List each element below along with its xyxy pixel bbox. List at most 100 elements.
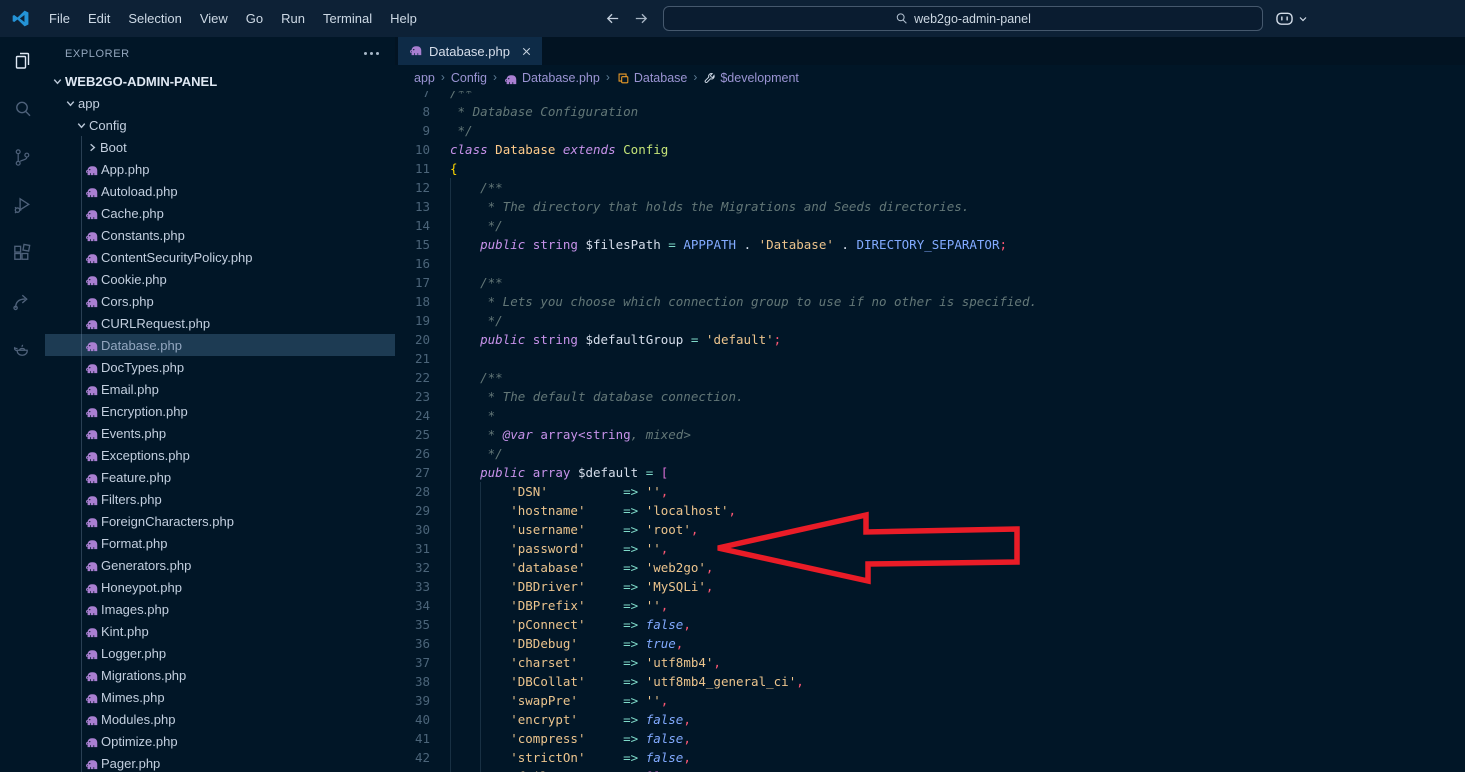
code-line-40[interactable]: 40 'encrypt' => false, bbox=[395, 710, 1465, 729]
tree-item-database-php[interactable]: Database.php bbox=[45, 334, 395, 356]
code-line-23[interactable]: 23 * The default database connection. bbox=[395, 387, 1465, 406]
code-line-21[interactable]: 21 bbox=[395, 349, 1465, 368]
code-line-14[interactable]: 14 */ bbox=[395, 216, 1465, 235]
code-line-22[interactable]: 22 /** bbox=[395, 368, 1465, 387]
code-line-12[interactable]: 12 /** bbox=[395, 178, 1465, 197]
code-line-30[interactable]: 30 'username' => 'root', bbox=[395, 520, 1465, 539]
menu-edit[interactable]: Edit bbox=[79, 7, 119, 31]
code-line-13[interactable]: 13 * The directory that holds the Migrat… bbox=[395, 197, 1465, 216]
tree-item-cache-php[interactable]: Cache.php bbox=[45, 202, 395, 224]
tree-item-filters-php[interactable]: Filters.php bbox=[45, 488, 395, 510]
more-actions-icon[interactable] bbox=[364, 52, 379, 55]
code-line-41[interactable]: 41 'compress' => false, bbox=[395, 729, 1465, 748]
tree-item-modules-php[interactable]: Modules.php bbox=[45, 708, 395, 730]
tree-item-foreigncharacters-php[interactable]: ForeignCharacters.php bbox=[45, 510, 395, 532]
tree-item-migrations-php[interactable]: Migrations.php bbox=[45, 664, 395, 686]
menu-selection[interactable]: Selection bbox=[119, 7, 190, 31]
tree-item-kint-php[interactable]: Kint.php bbox=[45, 620, 395, 642]
code-line-34[interactable]: 34 'DBPrefix' => '', bbox=[395, 596, 1465, 615]
code-line-7[interactable]: 7/** bbox=[395, 91, 1465, 102]
tree-item-doctypes-php[interactable]: DocTypes.php bbox=[45, 356, 395, 378]
tree-item-events-php[interactable]: Events.php bbox=[45, 422, 395, 444]
tree-root-web2go-admin-panel[interactable]: WEB2GO-ADMIN-PANEL bbox=[45, 70, 395, 92]
code-line-39[interactable]: 39 'swapPre' => '', bbox=[395, 691, 1465, 710]
code-line-31[interactable]: 31 'password' => '', bbox=[395, 539, 1465, 558]
code-line-8[interactable]: 8 * Database Configuration bbox=[395, 102, 1465, 121]
tree-item-contentsecuritypolicy-php[interactable]: ContentSecurityPolicy.php bbox=[45, 246, 395, 268]
code-line-20[interactable]: 20 public string $defaultGroup = 'defaul… bbox=[395, 330, 1465, 349]
activity-run-and-debug-icon[interactable] bbox=[0, 181, 45, 229]
activity-share-icon[interactable] bbox=[0, 277, 45, 325]
activity-explorer-icon[interactable] bbox=[0, 37, 45, 85]
tree-item-autoload-php[interactable]: Autoload.php bbox=[45, 180, 395, 202]
breadcrumb-app[interactable]: app bbox=[414, 71, 435, 85]
activity-extensions-icon[interactable] bbox=[0, 229, 45, 277]
tree-item-boot[interactable]: Boot bbox=[45, 136, 395, 158]
tree-item-format-php[interactable]: Format.php bbox=[45, 532, 395, 554]
tree-item-mimes-php[interactable]: Mimes.php bbox=[45, 686, 395, 708]
line-number: 11 bbox=[395, 159, 430, 178]
code-line-36[interactable]: 36 'DBDebug' => true, bbox=[395, 634, 1465, 653]
code-line-15[interactable]: 15 public string $filesPath = APPPATH . … bbox=[395, 235, 1465, 254]
code-line-18[interactable]: 18 * Lets you choose which connection gr… bbox=[395, 292, 1465, 311]
menu-run[interactable]: Run bbox=[272, 7, 314, 31]
activity-source-control-icon[interactable] bbox=[0, 133, 45, 181]
tree-item-curlrequest-php[interactable]: CURLRequest.php bbox=[45, 312, 395, 334]
code-line-29[interactable]: 29 'hostname' => 'localhost', bbox=[395, 501, 1465, 520]
tree-item-app-php[interactable]: App.php bbox=[45, 158, 395, 180]
tree-item-generators-php[interactable]: Generators.php bbox=[45, 554, 395, 576]
command-center-search[interactable]: web2go-admin-panel bbox=[663, 6, 1263, 31]
menu-terminal[interactable]: Terminal bbox=[314, 7, 381, 31]
code-line-25[interactable]: 25 * @var array<string, mixed> bbox=[395, 425, 1465, 444]
breadcrumb-config[interactable]: Config bbox=[451, 71, 487, 85]
code-line-24[interactable]: 24 * bbox=[395, 406, 1465, 425]
tree-item-email-php[interactable]: Email.php bbox=[45, 378, 395, 400]
code-line-10[interactable]: 10class Database extends Config bbox=[395, 140, 1465, 159]
code-line-33[interactable]: 33 'DBDriver' => 'MySQLi', bbox=[395, 577, 1465, 596]
code-line-28[interactable]: 28 'DSN' => '', bbox=[395, 482, 1465, 501]
nav-forward-icon[interactable] bbox=[633, 10, 650, 27]
code-line-26[interactable]: 26 */ bbox=[395, 444, 1465, 463]
tree-item-encryption-php[interactable]: Encryption.php bbox=[45, 400, 395, 422]
tree-item-config[interactable]: Config bbox=[45, 114, 395, 136]
code-line-35[interactable]: 35 'pConnect' => false, bbox=[395, 615, 1465, 634]
tree-item-pager-php[interactable]: Pager.php bbox=[45, 752, 395, 772]
code-line-11[interactable]: 11{ bbox=[395, 159, 1465, 178]
tree-item-logger-php[interactable]: Logger.php bbox=[45, 642, 395, 664]
code-line-42[interactable]: 42 'strictOn' => false, bbox=[395, 748, 1465, 767]
code-line-43[interactable]: 43 'failover' => [], bbox=[395, 767, 1465, 772]
nav-back-icon[interactable] bbox=[604, 10, 621, 27]
menu-go[interactable]: Go bbox=[237, 7, 272, 31]
activity-search-icon[interactable] bbox=[0, 85, 45, 133]
menu-help[interactable]: Help bbox=[381, 7, 426, 31]
tree-item-feature-php[interactable]: Feature.php bbox=[45, 466, 395, 488]
copilot-icon[interactable] bbox=[1274, 10, 1295, 27]
activity-lamp-icon[interactable] bbox=[0, 325, 45, 373]
tree-item-honeypot-php[interactable]: Honeypot.php bbox=[45, 576, 395, 598]
code-line-37[interactable]: 37 'charset' => 'utf8mb4', bbox=[395, 653, 1465, 672]
code-line-17[interactable]: 17 /** bbox=[395, 273, 1465, 292]
tree-item-exceptions-php[interactable]: Exceptions.php bbox=[45, 444, 395, 466]
breadcrumb-database-php[interactable]: Database.php bbox=[503, 71, 600, 85]
code-line-38[interactable]: 38 'DBCollat' => 'utf8mb4_general_ci', bbox=[395, 672, 1465, 691]
code-line-19[interactable]: 19 */ bbox=[395, 311, 1465, 330]
tree-item-constants-php[interactable]: Constants.php bbox=[45, 224, 395, 246]
code-editor[interactable]: 7/**8 * Database Configuration9 */10clas… bbox=[395, 91, 1465, 772]
chevron-down-icon[interactable] bbox=[1297, 13, 1309, 25]
tree-item-optimize-php[interactable]: Optimize.php bbox=[45, 730, 395, 752]
tree-item-cookie-php[interactable]: Cookie.php bbox=[45, 268, 395, 290]
breadcrumb-database[interactable]: Database bbox=[616, 71, 688, 85]
code-line-9[interactable]: 9 */ bbox=[395, 121, 1465, 140]
code-line-27[interactable]: 27 public array $default = [ bbox=[395, 463, 1465, 482]
close-icon[interactable] bbox=[520, 45, 533, 58]
code-line-16[interactable]: 16 bbox=[395, 254, 1465, 273]
tab-database-php[interactable]: Database.php bbox=[398, 37, 542, 65]
tree-item-images-php[interactable]: Images.php bbox=[45, 598, 395, 620]
breadcrumb--development[interactable]: $development bbox=[703, 71, 799, 85]
tree-item-cors-php[interactable]: Cors.php bbox=[45, 290, 395, 312]
menu-file[interactable]: File bbox=[40, 7, 79, 31]
menu-view[interactable]: View bbox=[191, 7, 237, 31]
code-line-32[interactable]: 32 'database' => 'web2go', bbox=[395, 558, 1465, 577]
php-file-icon bbox=[84, 757, 101, 770]
tree-item-app[interactable]: app bbox=[45, 92, 395, 114]
